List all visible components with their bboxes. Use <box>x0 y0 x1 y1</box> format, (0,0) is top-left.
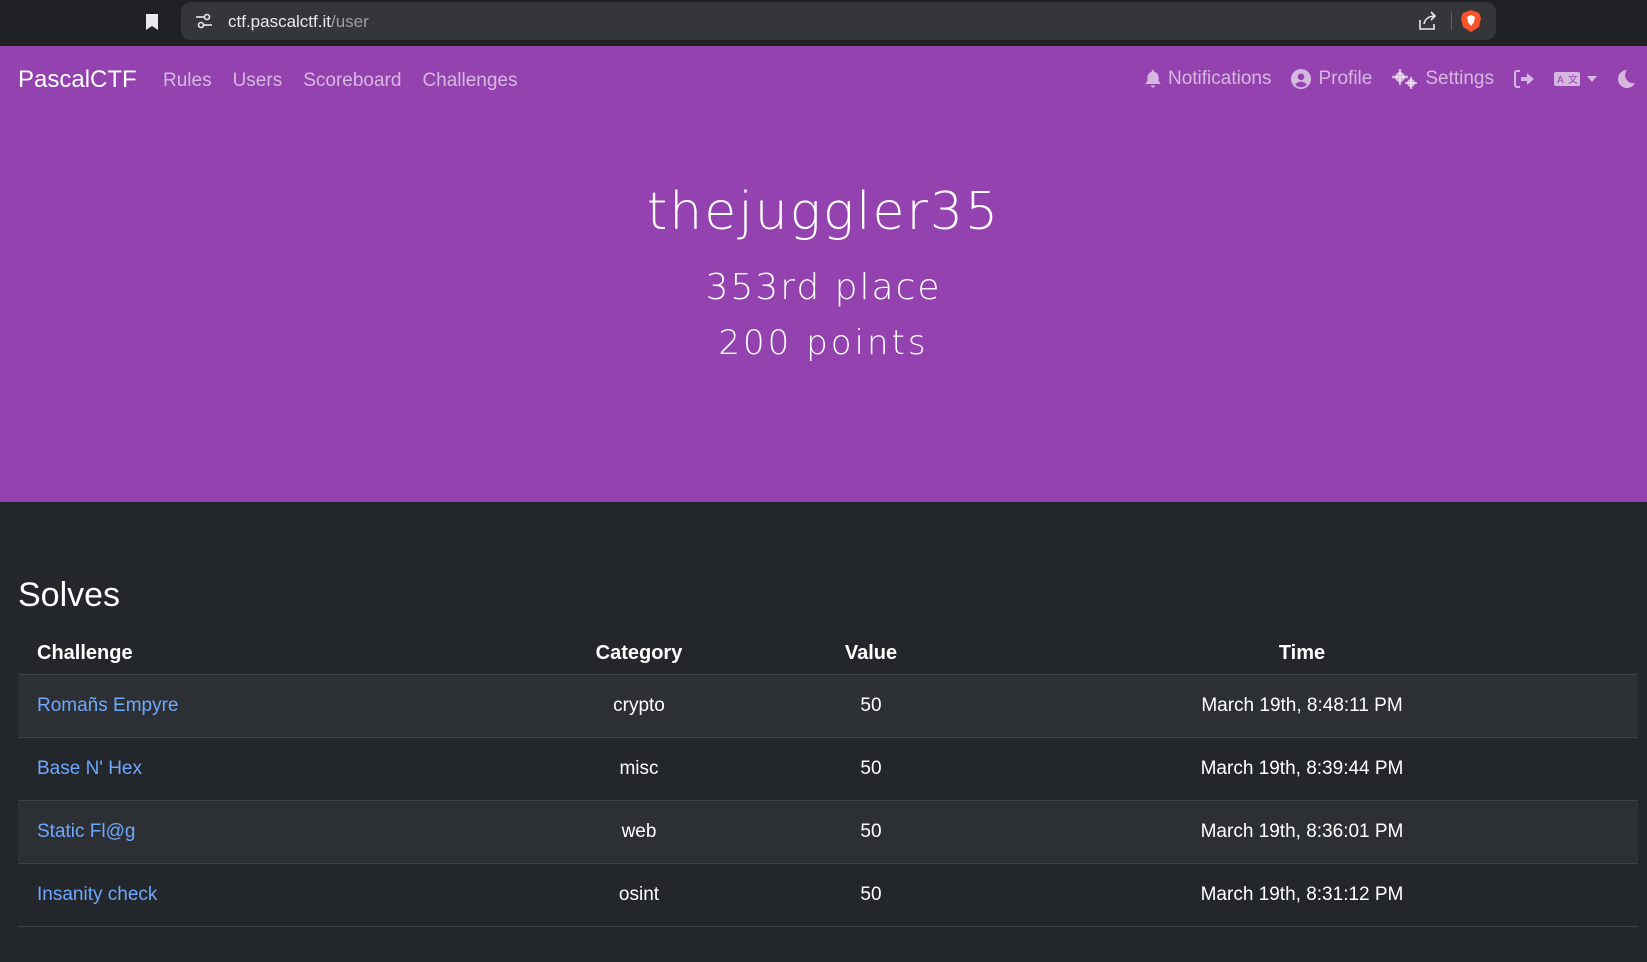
table-row: Base N' Hex misc 50 March 19th, 8:39:44 … <box>18 737 1638 801</box>
solves-table: Challenge Category Value Time Romañs Emp… <box>18 630 1638 927</box>
cell-challenge: Romañs Empyre <box>18 674 502 738</box>
user-points: 200 points <box>718 323 929 363</box>
cell-category: crypto <box>502 674 776 738</box>
url-text[interactable]: ctf.pascalctf.it/user <box>228 12 369 32</box>
cell-value: 50 <box>776 863 966 927</box>
challenge-link[interactable]: Romañs Empyre <box>37 695 179 716</box>
cell-challenge: Base N' Hex <box>18 737 502 801</box>
bookmark-icon[interactable] <box>140 10 164 34</box>
navbar: PascalCTF Rules Users Scoreboard Challen… <box>0 46 1647 116</box>
user-place: 353rd place <box>705 267 942 308</box>
challenge-link[interactable]: Static Fl@g <box>37 821 135 842</box>
svg-text:A: A <box>1557 75 1564 86</box>
svg-text:文: 文 <box>1568 73 1578 86</box>
profile-link[interactable]: Profile <box>1291 68 1372 90</box>
nav-links: Rules Users Scoreboard Challenges <box>163 70 518 92</box>
solves-title: Solves <box>18 576 121 614</box>
brand-link[interactable]: PascalCTF <box>18 66 137 94</box>
logout-button[interactable] <box>1514 70 1534 88</box>
bell-icon <box>1145 70 1161 88</box>
notifications-label: Notifications <box>1167 68 1272 89</box>
header-time: Time <box>966 630 1638 675</box>
nav-link-scoreboard[interactable]: Scoreboard <box>303 70 401 92</box>
address-bar-divider <box>1451 12 1452 30</box>
cell-value: 50 <box>776 800 966 864</box>
nav-link-rules[interactable]: Rules <box>163 70 212 92</box>
header-category: Category <box>502 630 776 675</box>
brave-shield-icon[interactable] <box>1460 9 1482 33</box>
settings-link[interactable]: Settings <box>1392 68 1494 90</box>
moon-icon <box>1617 70 1635 88</box>
table-header-row: Challenge Category Value Time <box>18 630 1638 675</box>
browser-toolbar: ctf.pascalctf.it/user <box>0 0 1647 46</box>
cell-time: March 19th, 8:48:11 PM <box>966 674 1638 738</box>
table-row: Insanity check osint 50 March 19th, 8:31… <box>18 863 1638 927</box>
theme-toggle[interactable] <box>1617 70 1635 88</box>
table-row: Romañs Empyre crypto 50 March 19th, 8:48… <box>18 674 1638 738</box>
cell-category: web <box>502 800 776 864</box>
challenge-link[interactable]: Base N' Hex <box>37 758 142 779</box>
cell-challenge: Insanity check <box>18 863 502 927</box>
address-bar[interactable]: ctf.pascalctf.it/user <box>181 2 1496 40</box>
cell-time: March 19th, 8:31:12 PM <box>966 863 1638 927</box>
share-icon[interactable] <box>1416 10 1438 32</box>
table-row: Static Fl@g web 50 March 19th, 8:36:01 P… <box>18 800 1638 864</box>
header-value: Value <box>776 630 966 675</box>
notifications-link[interactable]: Notifications <box>1145 68 1272 90</box>
sign-out-icon <box>1514 70 1534 88</box>
cell-category: misc <box>502 737 776 801</box>
site-info-icon[interactable] <box>193 10 215 32</box>
caret-down-icon <box>1587 76 1597 82</box>
cell-value: 50 <box>776 674 966 738</box>
cell-value: 50 <box>776 737 966 801</box>
challenge-link[interactable]: Insanity check <box>37 884 157 905</box>
nav-right: Notifications Profile Settings A文 <box>1125 68 1635 90</box>
url-path: /user <box>330 12 369 31</box>
user-circle-icon <box>1291 69 1312 89</box>
cell-time: March 19th, 8:39:44 PM <box>966 737 1638 801</box>
url-host: ctf.pascalctf.it <box>228 12 331 31</box>
user-summary: thejuggler35 353rd place 200 points <box>0 186 1647 360</box>
cell-challenge: Static Fl@g <box>18 800 502 864</box>
username-heading: thejuggler35 <box>646 182 1001 242</box>
nav-link-users[interactable]: Users <box>233 70 283 92</box>
settings-label: Settings <box>1425 68 1494 89</box>
hero-banner: PascalCTF Rules Users Scoreboard Challen… <box>0 46 1647 502</box>
gears-icon <box>1392 69 1418 89</box>
profile-label: Profile <box>1318 68 1373 89</box>
nav-link-challenges[interactable]: Challenges <box>422 70 517 92</box>
language-icon: A文 <box>1554 72 1580 86</box>
language-dropdown[interactable]: A文 <box>1554 71 1597 87</box>
header-challenge: Challenge <box>18 630 502 675</box>
cell-time: March 19th, 8:36:01 PM <box>966 800 1638 864</box>
cell-category: osint <box>502 863 776 927</box>
